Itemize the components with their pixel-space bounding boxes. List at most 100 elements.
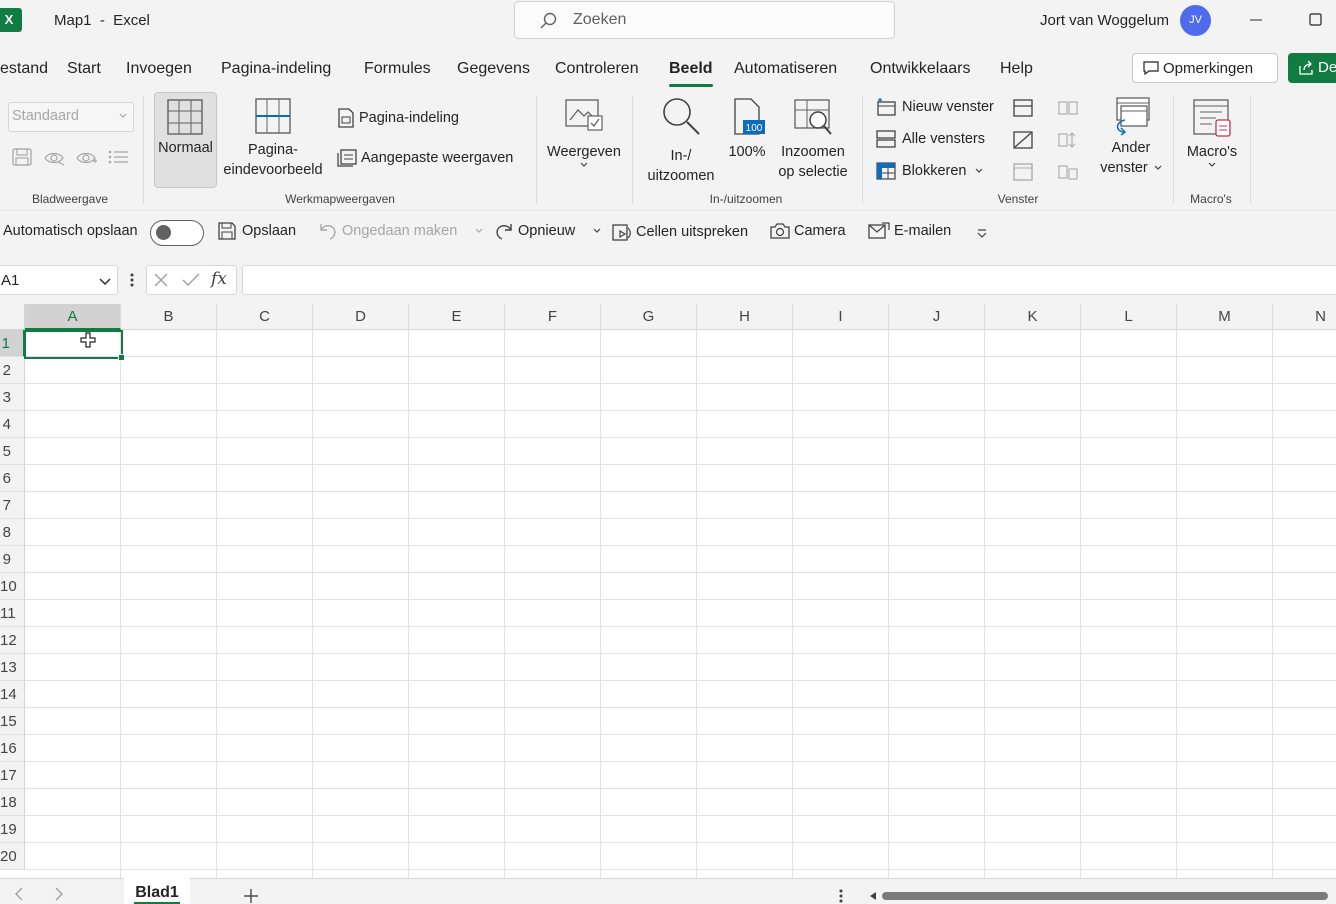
tab-automatiseren[interactable]: Automatiseren <box>734 60 837 78</box>
redo-button[interactable]: Opnieuw <box>494 222 601 240</box>
insert-function-button[interactable]: fx <box>211 269 227 289</box>
row-header-6[interactable]: 6 <box>0 465 25 492</box>
tab-formules[interactable]: Formules <box>364 60 431 78</box>
switch-window-button[interactable]: Ander venster <box>1096 96 1166 178</box>
row-header-20[interactable]: 20 <box>0 843 25 870</box>
unhide-window-icon[interactable] <box>1013 163 1033 181</box>
camera-button[interactable]: Camera <box>770 222 846 240</box>
user-name[interactable]: Jort van Woggelum <box>1040 12 1169 29</box>
avatar[interactable]: JV <box>1180 5 1211 36</box>
tab-bestand[interactable]: estand <box>0 60 48 78</box>
column-header-g[interactable]: G <box>601 304 697 330</box>
email-button[interactable]: E-mailen <box>868 222 951 240</box>
freeze-panes-icon <box>876 162 896 180</box>
new-window-button[interactable]: Nieuw venster <box>876 97 994 117</box>
row-header-19[interactable]: 19 <box>0 816 25 843</box>
show-button[interactable]: Weergeven <box>544 98 624 168</box>
row-header-9[interactable]: 9 <box>0 546 25 573</box>
sheet-tab-blad1[interactable]: Blad1 <box>124 878 190 904</box>
save-button[interactable]: Opslaan <box>218 222 296 240</box>
tab-help[interactable]: Help <box>1000 60 1033 78</box>
column-header-b[interactable]: B <box>121 304 217 330</box>
row-number: 16 <box>0 740 17 757</box>
custom-views-button[interactable]: Aangepaste weergaven <box>337 148 513 168</box>
chevron-left-icon[interactable] <box>14 887 24 901</box>
row-header-15[interactable]: 15 <box>0 708 25 735</box>
tab-beeld[interactable]: Beeld <box>669 60 713 87</box>
customize-toolbar-icon[interactable] <box>976 229 988 239</box>
zoom-button[interactable]: In-/ uitzoomen <box>642 96 720 186</box>
active-cell[interactable] <box>24 330 125 361</box>
speak-cells-button[interactable]: Cellen uitspreken <box>612 222 748 242</box>
freeze-panes-button[interactable]: Blokkeren <box>876 161 983 181</box>
spreadsheet-grid[interactable]: A B C D E F G H I J K L M N 1 2 3 4 5 6 7 8 9 10 11 12 13 14 15 16 17 1… <box>0 304 1336 878</box>
row-header-11[interactable]: 11 <box>0 600 25 627</box>
tab-controleren[interactable]: Controleren <box>555 60 639 78</box>
comments-button[interactable]: Opmerkingen <box>1132 53 1278 83</box>
select-all-corner[interactable] <box>0 304 25 330</box>
row-header-14[interactable]: 14 <box>0 681 25 708</box>
chevron-down-icon <box>1208 162 1216 167</box>
zoom-100-button[interactable]: 100 100% <box>724 98 770 162</box>
tab-start[interactable]: Start <box>67 60 101 78</box>
row-header-13[interactable]: 13 <box>0 654 25 681</box>
page-break-preview-button[interactable]: Pagina- eindevoorbeeld <box>220 98 326 180</box>
horizontal-scrollbar[interactable] <box>868 891 1328 901</box>
row-header-3[interactable]: 3 <box>0 384 25 411</box>
column-header-m[interactable]: M <box>1177 304 1273 330</box>
column-header-j[interactable]: J <box>889 304 985 330</box>
row-header-2[interactable]: 2 <box>0 357 25 384</box>
row-header-7[interactable]: 7 <box>0 492 25 519</box>
row-header-1[interactable]: 1 <box>0 330 25 357</box>
hide-window-icon[interactable] <box>1013 131 1033 149</box>
macros-button[interactable]: Macro's <box>1178 98 1246 168</box>
search-box[interactable] <box>514 1 895 39</box>
column-header-i[interactable]: I <box>793 304 889 330</box>
share-button[interactable]: De <box>1288 53 1336 83</box>
sheet-view-dropdown[interactable]: Standaard <box>8 102 134 132</box>
row-header-8[interactable]: 8 <box>0 519 25 546</box>
column-header-f[interactable]: F <box>505 304 601 330</box>
row-header-17[interactable]: 17 <box>0 762 25 789</box>
row-header-18[interactable]: 18 <box>0 789 25 816</box>
column-header-l[interactable]: L <box>1081 304 1177 330</box>
add-sheet-icon[interactable] <box>242 887 260 904</box>
formula-buttons: fx <box>146 265 237 295</box>
tab-ontwikkelaars[interactable]: Ontwikkelaars <box>870 60 970 78</box>
page-layout-view-button[interactable]: Pagina-indeling <box>337 108 459 128</box>
maximize-icon[interactable] <box>1304 10 1328 30</box>
chevron-right-icon[interactable] <box>54 887 64 901</box>
row-header-12[interactable]: 12 <box>0 627 25 654</box>
row-header-16[interactable]: 16 <box>0 735 25 762</box>
cancel-icon[interactable] <box>154 273 168 287</box>
excel-logo-icon[interactable]: X <box>0 8 22 32</box>
column-header-e[interactable]: E <box>409 304 505 330</box>
autosave-toggle[interactable] <box>150 220 204 246</box>
zoom-label-2: uitzoomen <box>647 168 715 184</box>
split-icon[interactable] <box>1013 99 1033 117</box>
tab-pagina-indeling[interactable]: Pagina-indeling <box>221 60 331 78</box>
search-input[interactable] <box>573 8 873 32</box>
normal-grid-icon <box>167 99 203 135</box>
minimize-icon[interactable] <box>1244 10 1268 30</box>
name-box[interactable]: A1 <box>0 265 118 295</box>
column-header-k[interactable]: K <box>985 304 1081 330</box>
column-header-a[interactable]: A <box>25 304 121 330</box>
row-header-10[interactable]: 10 <box>0 573 25 600</box>
tab-invoegen[interactable]: Invoegen <box>126 60 192 78</box>
more-options-icon[interactable] <box>836 887 846 904</box>
column-header-c[interactable]: C <box>217 304 313 330</box>
zoom-selection-button[interactable]: Inzoomen op selectie <box>772 98 854 182</box>
column-header-h[interactable]: H <box>697 304 793 330</box>
arrange-all-button[interactable]: Alle vensters <box>876 129 985 149</box>
column-header-d[interactable]: D <box>313 304 409 330</box>
more-options-icon[interactable] <box>130 272 134 288</box>
undo-button[interactable]: Ongedaan maken <box>318 222 483 240</box>
tab-gegevens[interactable]: Gegevens <box>457 60 530 78</box>
column-header-n[interactable]: N <box>1273 304 1336 330</box>
row-header-5[interactable]: 5 <box>0 438 25 465</box>
normal-view-button[interactable]: Normaal <box>154 92 217 188</box>
row-header-4[interactable]: 4 <box>0 411 25 438</box>
formula-input[interactable] <box>242 265 1336 295</box>
enter-icon[interactable] <box>182 273 200 287</box>
